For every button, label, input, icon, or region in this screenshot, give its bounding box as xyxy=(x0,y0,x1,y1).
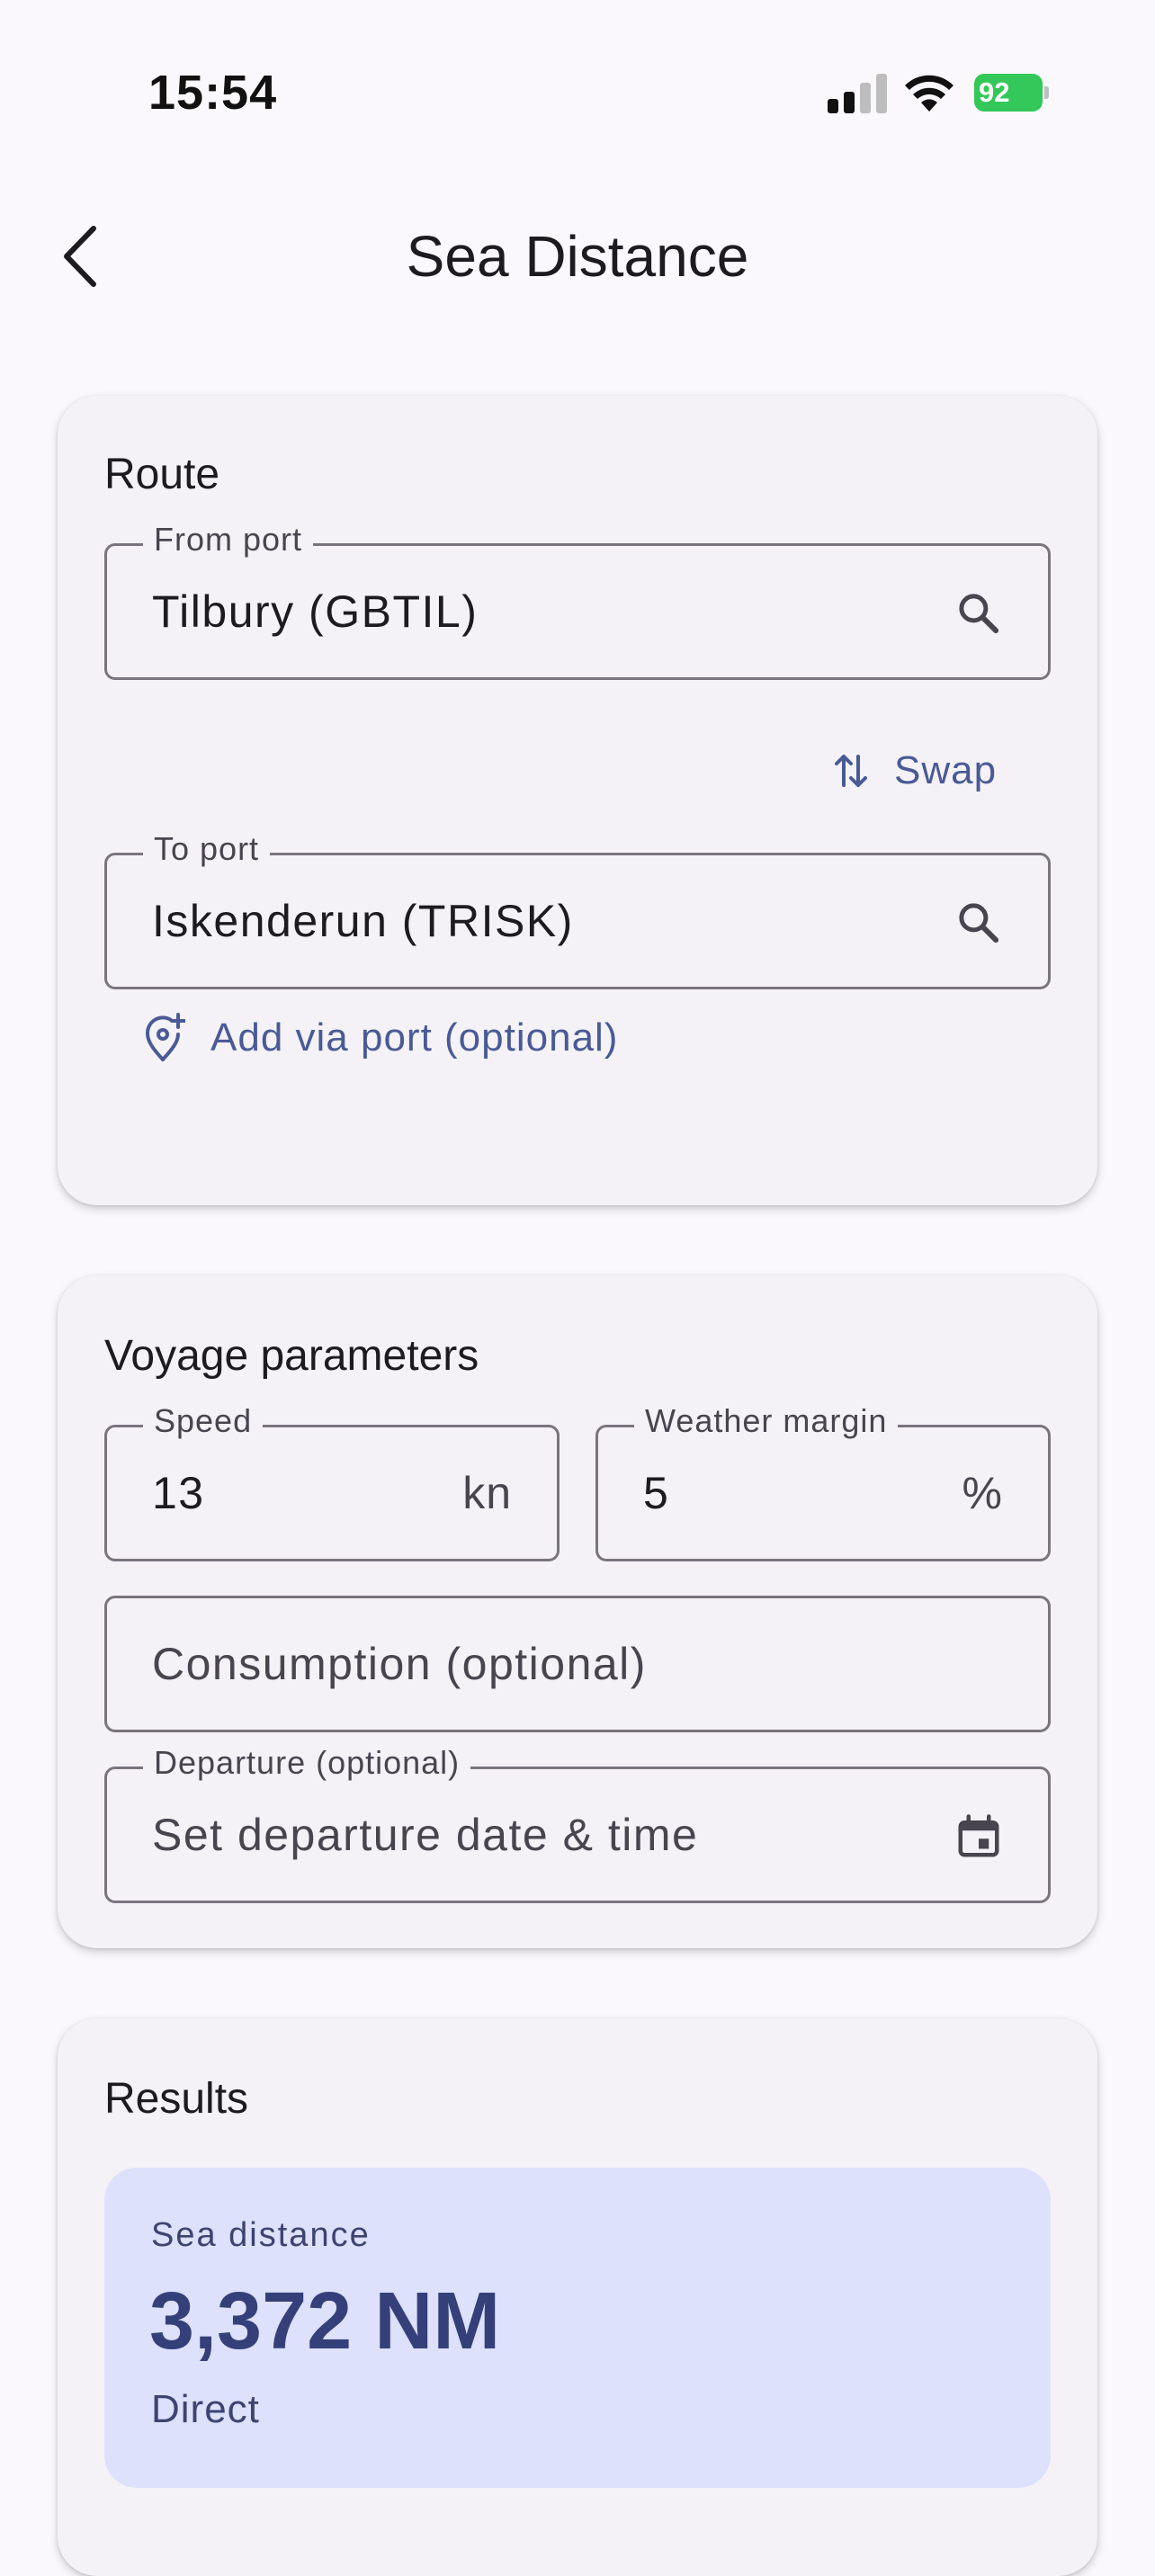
from-port-input[interactable]: Tilbury (GBTIL) xyxy=(152,586,478,638)
from-port-label: From port xyxy=(143,521,314,559)
add-via-port-label: Add via port (optional) xyxy=(210,1015,619,1060)
to-port-label: To port xyxy=(143,830,271,868)
results-title: Results xyxy=(104,2075,249,2123)
route-title: Route xyxy=(104,451,220,498)
to-port-field[interactable]: To port Iskenderun (TRISK) xyxy=(104,830,1051,989)
route-card: Route From port Tilbury (GBTIL) Swap To … xyxy=(58,396,1097,1205)
consumption-input[interactable]: Consumption (optional) xyxy=(152,1638,647,1690)
departure-input[interactable]: Set departure date & time xyxy=(152,1809,698,1861)
status-time: 15:54 xyxy=(148,66,278,120)
from-port-field[interactable]: From port Tilbury (GBTIL) xyxy=(104,521,1051,680)
weather-margin-unit: % xyxy=(962,1468,1003,1518)
speed-input[interactable]: 13 xyxy=(152,1467,205,1519)
voyage-parameters-title: Voyage parameters xyxy=(104,1332,479,1380)
voyage-parameters-card: Voyage parameters Speed 13 kn Weather ma… xyxy=(58,1275,1097,1948)
speed-unit: kn xyxy=(462,1468,512,1518)
weather-margin-label: Weather margin xyxy=(634,1402,899,1440)
consumption-field[interactable]: Consumption (optional) xyxy=(104,1596,1051,1732)
add-location-icon xyxy=(145,1013,185,1061)
sea-distance-label: Sea distance xyxy=(151,2216,371,2254)
swap-button[interactable]: Swap xyxy=(833,748,997,793)
to-port-input[interactable]: Iskenderun (TRISK) xyxy=(152,895,574,947)
search-icon[interactable] xyxy=(954,589,1003,638)
speed-field[interactable]: Speed 13 kn xyxy=(104,1402,560,1561)
calendar-icon[interactable] xyxy=(954,1812,1003,1861)
swap-vert-icon xyxy=(835,755,867,787)
wifi-icon xyxy=(905,75,954,112)
search-icon[interactable] xyxy=(954,899,1003,947)
results-card: Results Sea distance 3,372 NM Direct xyxy=(58,2018,1097,2576)
status-bar: 15:54 92 xyxy=(0,0,1155,135)
battery-icon: 92 xyxy=(974,74,1049,112)
page-title: Sea Distance xyxy=(406,224,749,289)
battery-level: 92 xyxy=(974,74,1043,112)
departure-label: Departure (optional) xyxy=(143,1744,471,1782)
route-type: Direct xyxy=(151,2387,260,2431)
sea-distance-value: 3,372 NM xyxy=(149,2276,501,2366)
speed-label: Speed xyxy=(143,1402,264,1440)
sea-distance-result: Sea distance 3,372 NM Direct xyxy=(104,2168,1051,2488)
add-via-port-button[interactable]: Add via port (optional) xyxy=(144,1013,618,1063)
weather-margin-field[interactable]: Weather margin 5 % xyxy=(595,1402,1051,1561)
cellular-signal-icon xyxy=(828,74,887,113)
swap-label: Swap xyxy=(894,748,998,792)
weather-margin-input[interactable]: 5 xyxy=(643,1467,669,1519)
app-bar: Sea Distance xyxy=(0,180,1155,333)
departure-field[interactable]: Departure (optional) Set departure date … xyxy=(104,1744,1051,1903)
